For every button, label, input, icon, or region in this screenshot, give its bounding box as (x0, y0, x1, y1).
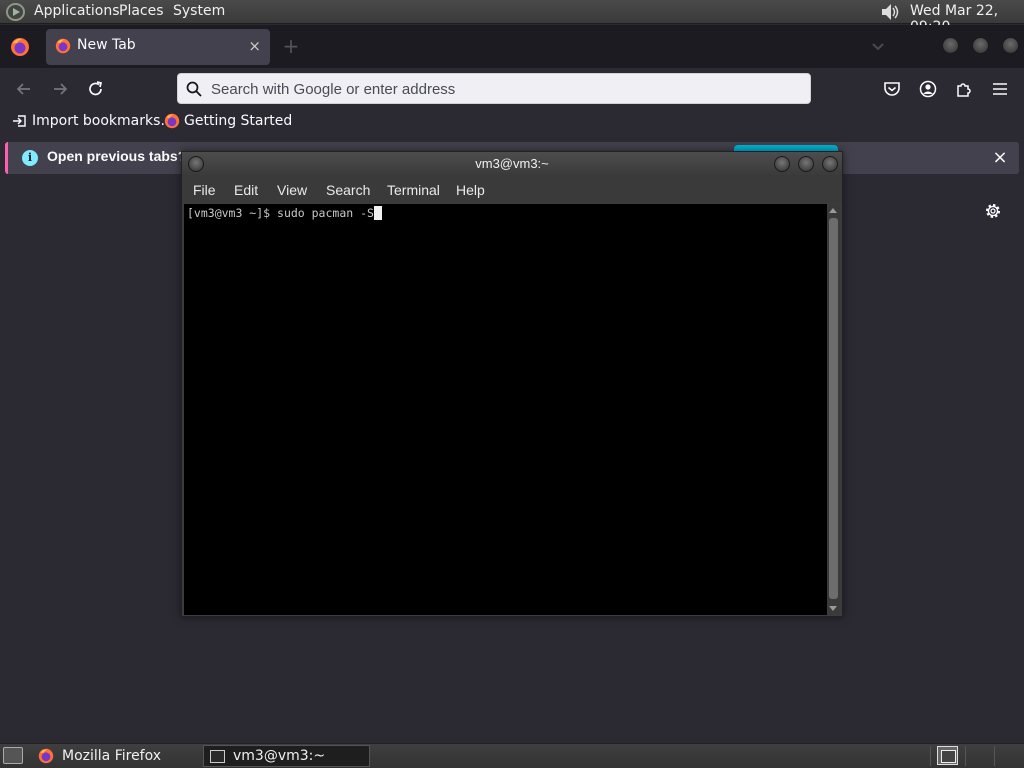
terminal-menubar: File Edit View Search Terminal Help (182, 177, 842, 203)
close-window-button[interactable] (1002, 37, 1019, 54)
address-bar[interactable] (177, 73, 811, 104)
account-icon[interactable] (919, 80, 937, 98)
maximize-button[interactable] (798, 156, 814, 172)
terminal-command-line: [vm3@vm3 ~]$ sudo pacman -S (187, 206, 382, 220)
forward-arrow-icon[interactable] (50, 79, 70, 99)
menu-terminal[interactable]: Terminal (387, 182, 440, 198)
info-icon: i (22, 150, 38, 166)
notification-text: Open previous tabs? (47, 148, 187, 164)
bookmark-label: Import bookmarks… (32, 113, 175, 129)
show-desktop-icon[interactable] (3, 747, 23, 764)
text-cursor (373, 206, 382, 220)
minimize-window-button[interactable] (942, 37, 959, 54)
menu-view[interactable]: View (277, 182, 307, 198)
firefox-icon[interactable] (10, 37, 30, 57)
system-menu[interactable]: System (173, 3, 225, 19)
top-panel: Applications Places System Wed Mar 22, 0… (0, 0, 1024, 35)
address-input[interactable] (211, 78, 801, 100)
terminal-command: sudo pacman -S (277, 206, 374, 220)
terminal-titlebar[interactable]: vm3@vm3:~ (182, 152, 842, 177)
maximize-window-button[interactable] (972, 37, 989, 54)
terminal-screen[interactable]: [vm3@vm3 ~]$ sudo pacman -S (184, 204, 827, 615)
new-tab-button[interactable]: + (281, 36, 301, 56)
close-button[interactable] (822, 156, 838, 172)
minimize-button[interactable] (774, 156, 790, 172)
import-icon (13, 115, 26, 127)
terminal-window[interactable]: vm3@vm3:~ File Edit View Search Terminal… (181, 151, 843, 617)
terminal-prompt: [vm3@vm3 ~]$ (187, 206, 278, 220)
scroll-down-arrow-icon[interactable] (829, 606, 837, 611)
taskbar-label: Mozilla Firefox (62, 748, 162, 764)
applications-menu[interactable]: Applications (34, 3, 120, 19)
pocket-icon[interactable] (883, 80, 901, 98)
separator (994, 746, 995, 766)
places-menu[interactable]: Places (119, 3, 164, 19)
firefox-favicon-icon (55, 38, 71, 54)
terminal-title: vm3@vm3:~ (475, 156, 549, 171)
volume-icon[interactable] (879, 2, 901, 22)
menu-file[interactable]: File (193, 182, 216, 198)
taskbar-label: vm3@vm3:~ (233, 748, 326, 764)
separator (965, 746, 966, 766)
hamburger-menu-icon[interactable] (991, 80, 1009, 98)
extensions-icon[interactable] (955, 80, 973, 98)
menu-edit[interactable]: Edit (234, 182, 258, 198)
menu-search[interactable]: Search (326, 182, 370, 198)
firefox-icon (38, 748, 54, 764)
close-notification-icon[interactable]: × (991, 149, 1009, 167)
taskbar-item-terminal[interactable]: vm3@vm3:~ (203, 745, 370, 767)
workspace-switcher-icon[interactable] (937, 746, 958, 765)
separator (930, 746, 931, 766)
bookmark-label: Getting Started (184, 113, 293, 129)
scrollbar-thumb[interactable] (829, 218, 838, 599)
distro-logo-icon[interactable] (6, 3, 25, 21)
terminal-scrollbar[interactable] (827, 204, 840, 615)
close-tab-icon[interactable]: × (248, 37, 261, 55)
tab-title: New Tab (77, 37, 136, 53)
bookmarks-toolbar: Import bookmarks… Getting Started (0, 108, 1024, 138)
menu-help[interactable]: Help (456, 182, 485, 198)
reload-icon[interactable] (86, 79, 106, 99)
tab-new-tab[interactable]: New Tab × (46, 29, 270, 65)
bookmark-import[interactable]: Import bookmarks… (12, 113, 174, 129)
scroll-up-arrow-icon[interactable] (829, 208, 837, 213)
search-icon (186, 81, 202, 97)
taskbar-item-firefox[interactable]: Mozilla Firefox (32, 745, 198, 767)
back-arrow-icon[interactable] (14, 79, 34, 99)
bookmark-getting-started[interactable]: Getting Started (164, 113, 292, 129)
firefox-favicon-icon (164, 113, 180, 129)
list-all-tabs-icon[interactable] (870, 38, 886, 54)
terminal-icon (210, 749, 225, 763)
gear-icon[interactable] (984, 202, 1002, 220)
